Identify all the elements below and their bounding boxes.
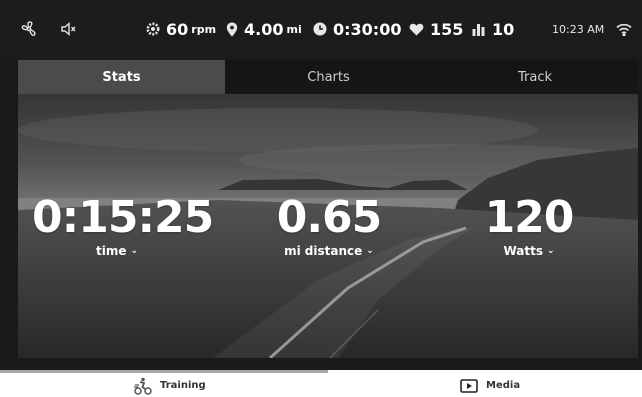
distance-unit: mi [286,22,302,36]
watts-stat: 120 Watts ⌄ [474,192,584,259]
heart-rate-value: 155 [430,19,464,39]
volume-button[interactable] [60,0,78,58]
watts-stat-label: Watts [503,244,543,258]
bar-chart-icon [472,23,486,36]
fan-button[interactable] [20,0,38,58]
watts-stat-selector[interactable]: Watts ⌄ [474,244,584,258]
tab-charts[interactable]: Charts [225,60,432,94]
time-stat-selector[interactable]: time ⌄ [32,244,202,258]
chevron-down-icon: ⌄ [366,246,374,256]
cyclist-icon [134,377,152,395]
speaker-mute-icon [60,20,78,38]
tab-track[interactable]: Track [432,60,638,94]
cadence-readout: 60 rpm [146,0,216,58]
tab-stats[interactable]: Stats [18,60,225,94]
time-stat-label: time [95,244,127,258]
active-tab-indicator [0,370,328,373]
wifi-status[interactable] [616,0,632,58]
training-nav-button[interactable]: Training [134,374,206,397]
distance-stat: 0.65 mi distance ⌄ [264,192,394,259]
distance-stat-label: distance [304,244,363,258]
time-stat-value: 0:15:25 [32,192,214,243]
media-nav-button[interactable]: Media [460,374,520,397]
training-nav-label: Training [160,380,206,391]
location-pin-icon [226,22,238,37]
chevron-down-icon: ⌄ [130,246,139,256]
level-value: 10 [492,19,515,39]
distance-value: 4.00 [244,19,284,39]
level-readout: 10 [472,0,514,58]
distance-stat-value: 0.65 [276,192,383,243]
fan-icon [20,20,38,38]
duration-value: 0:30:00 [333,19,402,39]
watts-stat-value: 120 [484,192,575,243]
distance-stat-unit: mi [284,244,301,258]
clock-icon [313,22,327,36]
play-icon [460,378,478,393]
distance-stat-selector[interactable]: mi distance ⌄ [264,244,394,258]
clock-readout: 10:23 AM [552,0,604,58]
duration-readout: 0:30:00 [313,0,401,58]
chevron-down-icon: ⌄ [546,246,555,256]
clock-text: 10:23 AM [552,22,605,36]
wifi-icon [616,23,632,36]
status-bar: 60 rpm 4.00 mi 0:30:00 155 10 10:23 AM [0,0,642,58]
tab-bar: Stats Charts Track [18,60,638,94]
heart-icon [409,23,424,36]
time-stat: 0:15:25 time ⌄ [32,192,214,259]
stats-panel: Stats Charts Track 0:15:25 time ⌄ 0.65 m… [18,60,638,358]
media-nav-label: Media [486,380,521,391]
bottom-nav: Training Media [0,370,642,397]
cadence-unit: rpm [191,22,217,36]
gear-icon [146,22,160,36]
cadence-value: 60 [166,19,189,39]
heart-rate-readout: 155 [409,0,463,58]
distance-readout: 4.00 mi [226,0,302,58]
